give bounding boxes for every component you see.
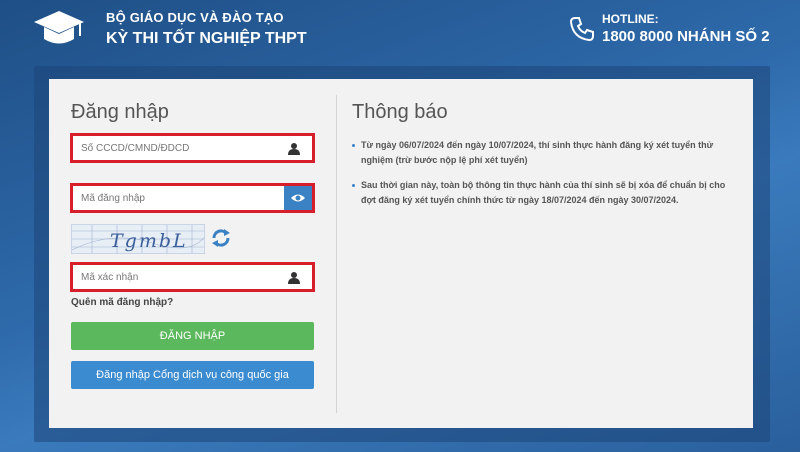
ministry-name: BỘ GIÁO DỤC VÀ ĐÀO TẠO bbox=[106, 10, 284, 25]
notice-item: Từ ngày 06/07/2024 đến ngày 10/07/2024, … bbox=[352, 138, 732, 168]
captcha-text: TgmbL bbox=[110, 230, 188, 252]
notice-item: Sau thời gian này, toàn bộ thông tin thự… bbox=[352, 178, 732, 208]
id-number-field[interactable]: Số CCCD/CMND/ĐDCD bbox=[70, 133, 315, 163]
hotline-number[interactable]: 1800 8000 NHÁNH SỐ 2 bbox=[602, 28, 770, 45]
forgot-password-link[interactable]: Quên mã đăng nhập? bbox=[71, 297, 173, 308]
panel-divider bbox=[336, 95, 337, 413]
login-button[interactable]: ĐĂNG NHẬP bbox=[71, 322, 314, 350]
captcha-placeholder: Mã xác nhận bbox=[81, 272, 139, 283]
graduation-cap-icon bbox=[34, 11, 84, 44]
password-placeholder: Mã đăng nhập bbox=[81, 193, 145, 204]
captcha-input-field[interactable]: Mã xác nhận bbox=[70, 262, 315, 292]
password-field[interactable]: Mã đăng nhập bbox=[70, 183, 315, 213]
notice-list: Từ ngày 06/07/2024 đến ngày 10/07/2024, … bbox=[352, 138, 732, 218]
hotline-label: HOTLINE: bbox=[602, 12, 659, 26]
exam-name: KỲ THI TỐT NGHIỆP THPT bbox=[106, 30, 307, 47]
login-title: Đăng nhập bbox=[71, 101, 169, 123]
show-password-button[interactable] bbox=[284, 186, 312, 210]
user-icon bbox=[288, 143, 300, 155]
captcha-image: TgmbL bbox=[71, 224, 205, 254]
user-icon bbox=[288, 272, 300, 284]
phone-icon bbox=[569, 17, 594, 42]
id-number-placeholder: Số CCCD/CMND/ĐDCD bbox=[81, 143, 190, 154]
gov-portal-login-button[interactable]: Đăng nhập Cổng dịch vụ công quốc gia bbox=[71, 361, 314, 389]
site-header: BỘ GIÁO DỤC VÀ ĐÀO TẠO KỲ THI TỐT NGHIỆP… bbox=[0, 0, 800, 62]
notice-title: Thông báo bbox=[352, 101, 448, 123]
refresh-captcha-icon[interactable] bbox=[210, 227, 232, 249]
eye-icon bbox=[291, 194, 305, 202]
